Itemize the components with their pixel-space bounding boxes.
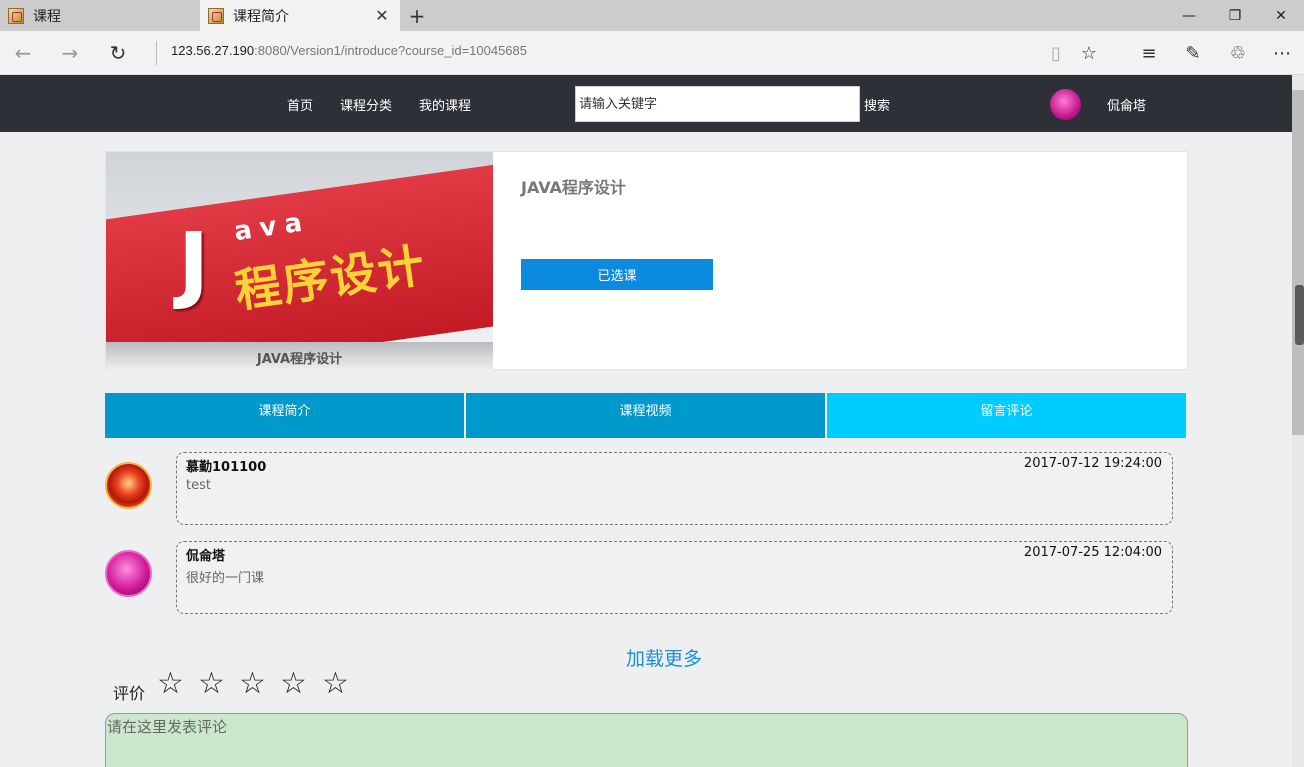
comment-text: test <box>186 478 211 493</box>
site-header: 首页 课程分类 我的课程 搜索 侃侖塔 <box>0 75 1292 132</box>
forward-arrow-icon[interactable]: → <box>55 39 85 67</box>
browser-tab-course-intro[interactable]: 课程简介 ✕ <box>200 0 400 31</box>
rating-star-icon[interactable]: ☆ <box>157 666 184 702</box>
hub-icon[interactable]: ≡ <box>1135 39 1163 67</box>
commenter-avatar <box>105 462 152 509</box>
rating-label: 评价 <box>113 684 146 703</box>
url-field[interactable]: 123.56.27.190:8080/Version1/introduce?co… <box>171 43 527 58</box>
cover-caption: JAVA程序设计 <box>256 352 343 367</box>
user-avatar[interactable] <box>1050 89 1081 120</box>
nav-my-courses-link[interactable]: 我的课程 <box>419 95 471 114</box>
browser-tab-label: 课程 <box>33 8 61 25</box>
course-cover-image: J ava 程序设计 JAVA程序设计 <box>106 152 493 371</box>
url-path: :8080/Version1/introduce?course_id=10045… <box>254 43 527 58</box>
reading-view-icon[interactable]: ▯ <box>1042 39 1070 67</box>
comment-author: 慕勤101100 <box>186 460 267 475</box>
cover-letter: J <box>178 214 210 312</box>
rating-star-icon[interactable]: ☆ <box>280 666 307 702</box>
rating-star-icon[interactable]: ☆ <box>322 666 349 702</box>
nav-home-link[interactable]: 首页 <box>287 95 313 114</box>
rating-star-icon[interactable]: ☆ <box>239 666 266 702</box>
comment-text: 很好的一门课 <box>186 571 265 586</box>
address-divider <box>156 41 157 65</box>
tab-course-intro[interactable]: 课程简介 <box>105 393 464 438</box>
site-favicon-icon <box>208 7 224 24</box>
share-icon[interactable]: ♲ <box>1224 39 1252 67</box>
comment-time: 2017-07-12 19:24:00 <box>1023 456 1162 471</box>
load-more-link[interactable]: 加载更多 <box>626 644 702 671</box>
site-favicon-icon <box>8 7 24 24</box>
comment-time: 2017-07-25 12:04:00 <box>1023 545 1162 560</box>
course-title: JAVA程序设计 <box>521 178 626 197</box>
refresh-icon[interactable]: ↻ <box>103 39 133 67</box>
minimize-icon[interactable]: — <box>1166 0 1212 31</box>
window-close-icon[interactable]: ✕ <box>1258 0 1304 31</box>
comment-author: 侃侖塔 <box>186 549 226 564</box>
tab-course-video[interactable]: 课程视频 <box>466 393 825 438</box>
browser-tab-bar: 课程 课程简介 ✕ + — ❐ ✕ <box>0 0 1304 31</box>
url-host: 123.56.27.190 <box>171 43 255 58</box>
scrollbar-grip[interactable] <box>1295 285 1304 345</box>
comment-textarea[interactable] <box>105 713 1188 767</box>
nav-categories-link[interactable]: 课程分类 <box>340 95 392 114</box>
close-tab-icon[interactable]: ✕ <box>374 6 390 25</box>
address-bar: ← → ↻ 123.56.27.190:8080/Version1/introd… <box>0 31 1304 75</box>
favorite-star-icon[interactable]: ☆ <box>1075 39 1103 67</box>
course-card: J ava 程序设计 JAVA程序设计 JAVA程序设计 已选课 <box>105 151 1188 371</box>
back-arrow-icon[interactable]: ← <box>8 39 38 67</box>
comment-item: 侃侖塔 2017-07-25 12:04:00 很好的一门课 <box>176 541 1173 614</box>
browser-tab-course[interactable]: 课程 <box>0 0 200 31</box>
comment-item: 慕勤101100 2017-07-12 19:24:00 test <box>176 452 1173 525</box>
browser-tab-label: 课程简介 <box>233 8 289 25</box>
search-input[interactable] <box>575 86 860 122</box>
username-link[interactable]: 侃侖塔 <box>1107 95 1146 114</box>
new-tab-icon[interactable]: + <box>406 4 428 28</box>
enrolled-button[interactable]: 已选课 <box>521 259 713 290</box>
scrollbar-thumb[interactable] <box>1292 90 1304 435</box>
search-button[interactable]: 搜索 <box>864 95 890 114</box>
more-icon[interactable]: ⋯ <box>1268 39 1296 67</box>
rating-star-icon[interactable]: ☆ <box>198 666 225 702</box>
web-note-icon[interactable]: ✎ <box>1179 39 1207 67</box>
course-tabs: 课程简介 课程视频 留言评论 <box>105 393 1186 438</box>
tab-comments[interactable]: 留言评论 <box>827 393 1186 438</box>
commenter-avatar <box>105 550 152 597</box>
restore-icon[interactable]: ❐ <box>1212 0 1258 31</box>
